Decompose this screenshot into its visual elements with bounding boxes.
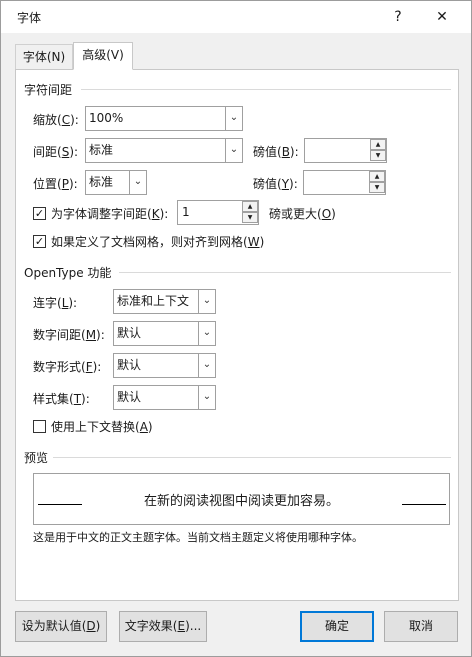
help-button[interactable]: ? (375, 1, 421, 33)
num-spacing-combo[interactable]: 默认 ⌄ (113, 321, 216, 346)
num-form-label: 数字形式(F): (33, 360, 102, 374)
spin-up-icon[interactable]: ▲ (242, 201, 258, 212)
ligatures-label: 连字(L): (33, 296, 78, 310)
tab-advanced[interactable]: 高级(V) (73, 42, 133, 70)
check-icon: ✓ (34, 207, 45, 220)
position-label: 位置(P): (33, 177, 78, 191)
contextual-label: 使用上下文替换(A) (51, 420, 153, 434)
spin-down-icon[interactable]: ▼ (370, 150, 386, 161)
spacing-label: 间距(S): (33, 145, 79, 159)
close-button[interactable]: ✕ (419, 1, 465, 33)
preview-box: 在新的阅读视图中阅读更加容易。 (33, 473, 450, 525)
position-value: 标准 (89, 175, 114, 189)
style-set-label: 样式集(T): (33, 392, 90, 406)
ligatures-combo[interactable]: 标准和上下文 ⌄ (113, 289, 216, 314)
section-opentype: OpenType 功能 (24, 266, 112, 280)
ligatures-value: 标准和上下文 (117, 294, 190, 308)
spacing-pt-label: 磅值(B): (253, 145, 299, 159)
chevron-down-icon[interactable]: ⌄ (198, 386, 215, 409)
num-form-value: 默认 (117, 358, 142, 372)
tab-advanced-label: 高级(V) (82, 48, 124, 62)
font-dialog: 字体 ? ✕ 字体(N) 高级(V) 字符间距 缩放(C): 100% ⌄ 间距… (0, 0, 472, 657)
position-combo[interactable]: 标准 ⌄ (85, 170, 147, 195)
spin-down-icon[interactable]: ▼ (242, 212, 258, 223)
tab-font-label: 字体(N) (22, 50, 66, 64)
scale-label: 缩放(C): (33, 113, 79, 127)
spacing-combo[interactable]: 标准 ⌄ (85, 138, 243, 163)
ok-button[interactable]: 确定 (300, 611, 374, 642)
chevron-down-icon[interactable]: ⌄ (129, 171, 146, 194)
num-spacing-label: 数字间距(M): (33, 328, 105, 342)
position-pt-label: 磅值(Y): (253, 177, 298, 191)
chevron-down-icon[interactable]: ⌄ (198, 290, 215, 313)
kerning-suffix: 磅或更大(O) (269, 207, 336, 221)
preview-sample: 在新的阅读视图中阅读更加容易。 (143, 494, 339, 509)
section-preview: 预览 (24, 451, 49, 465)
separator (119, 272, 451, 273)
num-spacing-value: 默认 (117, 326, 142, 340)
title-bar: 字体 ? ✕ (1, 1, 471, 33)
kerning-checkbox[interactable]: ✓ (33, 207, 46, 220)
section-char-spacing: 字符间距 (24, 83, 73, 97)
check-icon: ✓ (34, 235, 45, 248)
spin-down-icon[interactable]: ▼ (369, 182, 385, 193)
spacing-value: 标准 (89, 143, 114, 157)
kerning-value: 1 (182, 205, 190, 219)
kerning-spinner[interactable]: 1 ▲ ▼ (177, 200, 259, 225)
grid-label: 如果定义了文档网格，则对齐到网格(W) (51, 235, 265, 249)
scale-combo[interactable]: 100% ⌄ (85, 106, 243, 131)
chevron-down-icon[interactable]: ⌄ (198, 354, 215, 377)
position-pt-spinner[interactable]: ▲ ▼ (303, 170, 386, 195)
spin-up-icon[interactable]: ▲ (369, 171, 385, 182)
style-set-combo[interactable]: 默认 ⌄ (113, 385, 216, 410)
num-form-combo[interactable]: 默认 ⌄ (113, 353, 216, 378)
grid-checkbox[interactable]: ✓ (33, 235, 46, 248)
separator (81, 89, 451, 90)
style-set-value: 默认 (117, 390, 142, 404)
scale-value: 100% (89, 111, 124, 125)
contextual-checkbox[interactable] (33, 420, 46, 433)
cancel-button[interactable]: 取消 (384, 611, 458, 642)
dialog-title: 字体 (17, 11, 42, 25)
spin-up-icon[interactable]: ▲ (370, 139, 386, 150)
preview-note: 这是用于中文的正文主题字体。当前文档主题定义将使用哪种字体。 (33, 531, 363, 544)
close-icon: ✕ (436, 9, 448, 25)
chevron-down-icon[interactable]: ⌄ (198, 322, 215, 345)
set-default-button[interactable]: 设为默认值(D) (15, 611, 107, 642)
spacing-pt-spinner[interactable]: ▲ ▼ (304, 138, 387, 163)
text-effects-button[interactable]: 文字效果(E)... (119, 611, 207, 642)
tab-font[interactable]: 字体(N) (15, 44, 73, 70)
kerning-label: 为字体调整字间距(K): (51, 207, 169, 221)
separator (53, 457, 451, 458)
chevron-down-icon[interactable]: ⌄ (225, 107, 242, 130)
chevron-down-icon[interactable]: ⌄ (225, 139, 242, 162)
